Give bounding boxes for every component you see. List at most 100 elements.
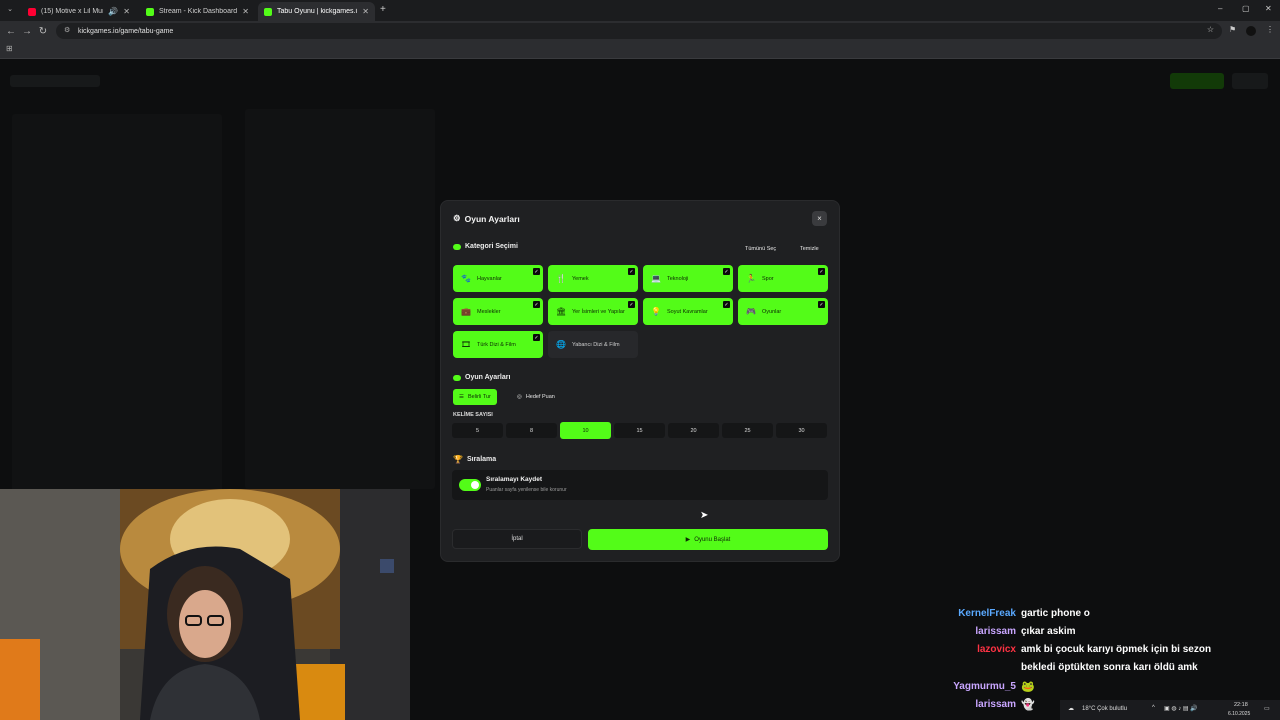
mouse-cursor-icon: ➤	[700, 510, 709, 521]
checkbox-checked-icon: ✓	[818, 301, 825, 308]
url-field[interactable]: ⚙ kickgames.io/game/tabu-game ☆	[56, 23, 1222, 39]
notification-icon[interactable]: ▭	[1264, 705, 1270, 712]
chat-username[interactable]: lazovicx	[900, 643, 1016, 657]
game-settings-modal: ⚙ Oyun Ayarları × Kategori Seçimi Tümünü…	[440, 200, 840, 562]
category-soyut-kavramlar[interactable]: 💡 Soyut Kavramlar ✓	[643, 298, 733, 325]
category-section-title: Kategori Seçimi	[453, 243, 518, 250]
section-title-text: Sıralama	[466, 456, 497, 463]
windows-taskbar-tray: ☁ 18°C Çok bulutlu ^ ▣ ◍ ♪ ▤ 🔊 22:18 6.1…	[1060, 700, 1280, 720]
close-tab-icon[interactable]: ✕	[123, 7, 130, 16]
new-tab-button[interactable]: +	[380, 4, 386, 15]
minimize-icon[interactable]: –	[1218, 4, 1222, 13]
maximize-icon[interactable]: ▢	[1242, 4, 1250, 13]
category-türk-dizi-film[interactable]: 🎞 Türk Dizi & Film ✓	[453, 331, 543, 358]
tab-search-icon[interactable]: ⌄	[2, 5, 18, 13]
laptop-icon: 💻	[651, 274, 661, 283]
close-tab-icon[interactable]: ✕	[362, 7, 369, 16]
sidebar-placeholder	[12, 114, 222, 514]
cloud-icon: ☁	[1068, 706, 1074, 712]
word-count-option[interactable]: 20	[668, 423, 719, 438]
profile-avatar[interactable]	[1246, 26, 1256, 36]
word-count-option[interactable]: 5	[452, 423, 503, 438]
game-settings-icon	[453, 374, 461, 381]
toggle-title: Sıralamayı Kaydet	[486, 476, 543, 483]
building-icon: 🏛	[556, 307, 567, 316]
category-spor[interactable]: 🏃 Spor ✓	[738, 265, 828, 292]
word-count-option[interactable]: 15	[614, 423, 665, 438]
category-label: Teknoloji	[667, 275, 689, 282]
gear-icon: ⚙	[453, 213, 461, 223]
browser-tab-2[interactable]: Stream - Kick Dashboard ✕	[140, 2, 255, 21]
chat-username[interactable]: Yagmurmu_5	[900, 680, 1016, 694]
trophy-icon: 🏆	[453, 455, 463, 464]
chat-username[interactable]: larissam	[900, 625, 1016, 639]
webcam-image	[0, 489, 410, 720]
kick-favicon-icon	[146, 7, 154, 16]
bookmark-star-icon[interactable]: ☆	[1207, 25, 1214, 34]
word-count-option[interactable]: 10	[560, 422, 611, 439]
category-oyunlar[interactable]: 🎮 Oyunlar ✓	[738, 298, 828, 325]
chat-username[interactable]: larissam	[900, 698, 1016, 712]
browser-tab-3[interactable]: Tabu Oyunu | kickgames.io ✕	[258, 2, 375, 21]
weather-text[interactable]: 18°C Çok bulutlu	[1082, 706, 1127, 712]
chat-message: bekledi öptükten sonra karı öldü amk	[900, 661, 1240, 675]
header-button-placeholder	[1170, 73, 1224, 89]
extensions-icon[interactable]: ⚑	[1229, 25, 1236, 34]
back-icon[interactable]: ←	[3, 26, 19, 37]
mode-target-score[interactable]: ◎ Hedef Puan	[511, 389, 561, 405]
close-modal-button[interactable]: ×	[812, 211, 827, 226]
play-icon: ▶	[685, 537, 691, 543]
site-logo-placeholder	[10, 75, 100, 87]
close-tab-icon[interactable]: ✕	[242, 7, 249, 16]
browser-tab-1[interactable]: (15) Motive x Lil Murda - G 🔊 ✕	[22, 2, 136, 21]
category-label: Oyunlar	[762, 308, 782, 315]
chat-username[interactable]: KernelFreak	[900, 607, 1016, 621]
close-window-icon[interactable]: ✕	[1265, 4, 1272, 13]
word-count-option[interactable]: 25	[722, 423, 773, 438]
tray-icons[interactable]: ▣ ◍ ♪ ▤ 🔊	[1164, 705, 1198, 712]
chat-message: lazovicx amk bi çocuk karıyı öpmek için b…	[900, 643, 1240, 657]
category-hayvanlar[interactable]: 🐾 Hayvanlar ✓	[453, 265, 543, 292]
save-ranking-toggle[interactable]	[459, 479, 481, 491]
checkbox-checked-icon: ✓	[818, 268, 825, 275]
chat-emote-icon: 👻	[1021, 699, 1035, 711]
start-label: Oyunu Başlat	[694, 536, 731, 543]
tab-title: (15) Motive x Lil Murda - G	[41, 8, 103, 15]
chat-text: amk bi çocuk karıyı öpmek için bi sezon	[1021, 644, 1212, 655]
word-count-label: KELİME SAYISI	[453, 412, 493, 418]
apps-grid-icon[interactable]: ⊞	[6, 44, 13, 53]
menu-icon[interactable]: ⋮	[1266, 25, 1274, 34]
category-label: Türk Dizi & Film	[477, 341, 516, 348]
youtube-favicon-icon	[28, 7, 36, 16]
bookmarks-bar: ⊞	[0, 41, 1280, 59]
modal-header: ⚙ Oyun Ayarları	[453, 213, 520, 224]
category-yer-i-simleri-ve-yapılar[interactable]: 🏛 Yer İsimleri ve Yapılar ✓	[548, 298, 638, 325]
clock-date: 6.10.2025	[1228, 711, 1251, 717]
toggle-description: Puanlar sayfa yenilense bile korunur	[486, 487, 567, 493]
webcam-overlay	[0, 489, 410, 720]
tray-chevron-icon[interactable]: ^	[1152, 705, 1155, 711]
section-title-text: Oyun Ayarları	[465, 374, 511, 381]
mode-fixed-rounds[interactable]: ☰ Belirli Tur	[453, 389, 497, 405]
category-yemek[interactable]: 🍴 Yemek ✓	[548, 265, 638, 292]
word-count-option[interactable]: 8	[506, 423, 557, 438]
category-yabancı-dizi-film[interactable]: 🌐 Yabancı Dizi & Film	[548, 331, 638, 358]
category-meslekler[interactable]: 💼 Meslekler ✓	[453, 298, 543, 325]
clear-button[interactable]: Temizle	[795, 243, 824, 255]
start-game-button[interactable]: ▶ Oyunu Başlat	[588, 529, 828, 550]
list-icon: ☰	[459, 394, 464, 400]
word-count-option[interactable]: 30	[776, 423, 827, 438]
select-all-button[interactable]: Tümünü Seç	[740, 243, 782, 255]
site-info-icon[interactable]: ⚙	[64, 26, 70, 34]
reload-icon[interactable]: ↻	[35, 26, 51, 37]
running-icon: 🏃	[746, 274, 756, 283]
checkbox-checked-icon: ✓	[533, 301, 540, 308]
save-ranking-row: Sıralamayı Kaydet Puanlar sayfa yenilens…	[452, 470, 828, 500]
cancel-button[interactable]: İptal	[452, 529, 582, 549]
browser-tab-bar: ⌄ (15) Motive x Lil Murda - G 🔊 ✕ Stream…	[0, 0, 1280, 21]
speaker-icon: 🔊	[108, 7, 119, 16]
gamepad-icon: 🎮	[746, 307, 756, 316]
utensils-icon: 🍴	[556, 274, 566, 283]
forward-icon[interactable]: →	[19, 26, 35, 37]
category-teknoloji[interactable]: 💻 Teknoloji ✓	[643, 265, 733, 292]
